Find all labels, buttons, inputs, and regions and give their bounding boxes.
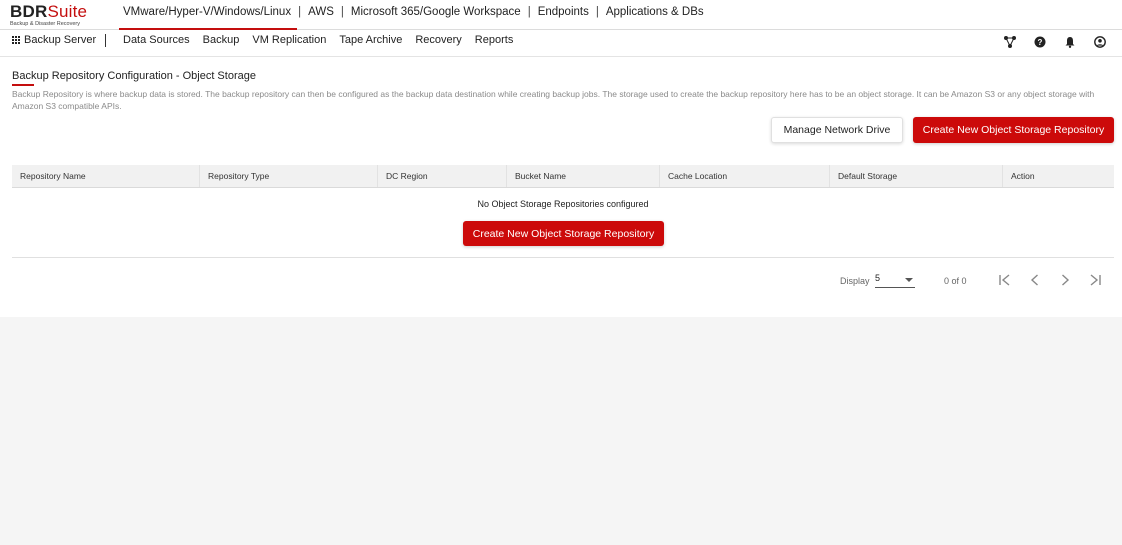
backup-server-label: Backup Server <box>24 34 97 46</box>
column-dc-region[interactable]: DC Region <box>378 165 507 187</box>
first-page-icon[interactable] <box>997 272 1013 288</box>
previous-page-icon[interactable] <box>1027 272 1043 288</box>
nav-tape-archive[interactable]: Tape Archive <box>339 34 402 46</box>
page-count: 0 of 0 <box>944 276 967 286</box>
column-action: Action <box>1011 171 1035 181</box>
page-title: Backup Repository Configuration - Object… <box>12 70 256 82</box>
logo-tagline: Backup & Disaster Recovery <box>10 21 80 27</box>
empty-table-message: No Object Storage Repositories configure… <box>477 199 649 209</box>
grid-icon <box>12 35 21 45</box>
column-repository-name[interactable]: Repository Name <box>12 165 200 187</box>
column-bucket-name[interactable]: Bucket Name <box>507 165 660 187</box>
page-size-select[interactable]: 5 <box>875 273 915 288</box>
nav-recovery[interactable]: Recovery <box>415 34 461 46</box>
create-repository-inline-button[interactable]: Create New Object Storage Repository <box>463 221 664 246</box>
header-actions: ? <box>1002 34 1108 50</box>
last-page-icon[interactable] <box>1087 272 1103 288</box>
nav-backup[interactable]: Backup <box>203 34 240 46</box>
column-repository-type[interactable]: Repository Type <box>200 165 378 187</box>
network-icon[interactable] <box>1002 34 1018 50</box>
top-bar: BDRSuite Backup & Disaster Recovery VMwa… <box>0 0 1122 30</box>
main-panel: BDRSuite Backup & Disaster Recovery VMwa… <box>0 0 1122 317</box>
backup-server-menu[interactable]: Backup Server <box>12 34 96 46</box>
column-cache-location[interactable]: Cache Location <box>660 165 830 187</box>
product-nav: VMware/Hyper-V/Windows/Linux | AWS | Mic… <box>118 6 704 30</box>
column-default-storage[interactable]: Default Storage <box>830 165 1003 187</box>
product-tab-m365[interactable]: Microsoft 365/Google Workspace <box>351 6 521 18</box>
title-underline <box>12 84 34 86</box>
product-tab-endpoints[interactable]: Endpoints <box>538 6 589 18</box>
nav-separator: | <box>527 6 531 18</box>
logo-brand-suite: Suite <box>47 2 88 21</box>
nav-data-sources[interactable]: Data Sources <box>123 34 190 46</box>
page-description: Backup Repository is where backup data i… <box>12 89 1095 111</box>
help-icon[interactable]: ? <box>1032 34 1048 50</box>
bdrsuite-logo[interactable]: BDRSuite Backup & Disaster Recovery <box>10 3 87 28</box>
manage-network-drive-button[interactable]: Manage Network Drive <box>771 117 903 143</box>
product-tab-applications[interactable]: Applications & DBs <box>606 6 704 18</box>
product-tab-aws[interactable]: AWS <box>308 6 334 18</box>
product-tab-vmware[interactable]: VMware/Hyper-V/Windows/Linux <box>118 6 298 30</box>
nav-separator: | <box>298 6 302 18</box>
create-repository-button[interactable]: Create New Object Storage Repository <box>913 117 1114 143</box>
display-label: Display <box>840 276 870 286</box>
nav-separator: | <box>340 6 344 18</box>
logo-brand-main: BDR <box>10 2 48 21</box>
next-page-icon[interactable] <box>1057 272 1073 288</box>
divider <box>105 34 106 47</box>
main-nav: Data Sources Backup VM Replication Tape … <box>123 34 513 46</box>
bell-icon[interactable] <box>1062 34 1078 50</box>
dropdown-arrow-icon <box>905 278 913 282</box>
table-header: Repository Name Repository Type DC Regio… <box>12 165 1114 188</box>
sub-nav-bar: Backup Server Data Sources Backup VM Rep… <box>0 30 1122 57</box>
table-footer-divider <box>12 257 1114 258</box>
page-size-value: 5 <box>875 273 881 283</box>
nav-reports[interactable]: Reports <box>475 34 514 46</box>
nav-vm-replication[interactable]: VM Replication <box>252 34 326 46</box>
user-icon[interactable] <box>1092 34 1108 50</box>
nav-separator: | <box>595 6 599 18</box>
svg-text:?: ? <box>1038 38 1043 47</box>
